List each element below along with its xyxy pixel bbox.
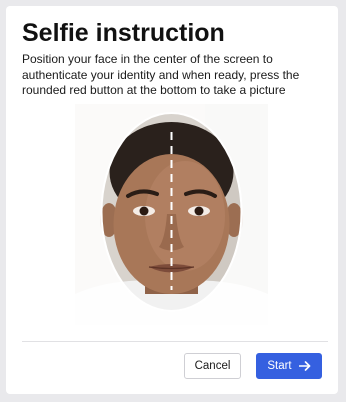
start-button[interactable]: Start <box>256 353 322 379</box>
start-button-label: Start <box>267 360 292 372</box>
arrow-right-icon <box>298 361 311 371</box>
cancel-button-label: Cancel <box>194 360 231 372</box>
footer-divider <box>22 341 328 342</box>
dialog-title: Selfie instruction <box>22 19 225 47</box>
instruction-text: Position your face in the center of the … <box>22 52 300 97</box>
camera-preview <box>75 104 268 325</box>
selfie-instruction-dialog: Selfie instruction Position your face in… <box>6 6 338 394</box>
cancel-button[interactable]: Cancel <box>184 353 241 379</box>
